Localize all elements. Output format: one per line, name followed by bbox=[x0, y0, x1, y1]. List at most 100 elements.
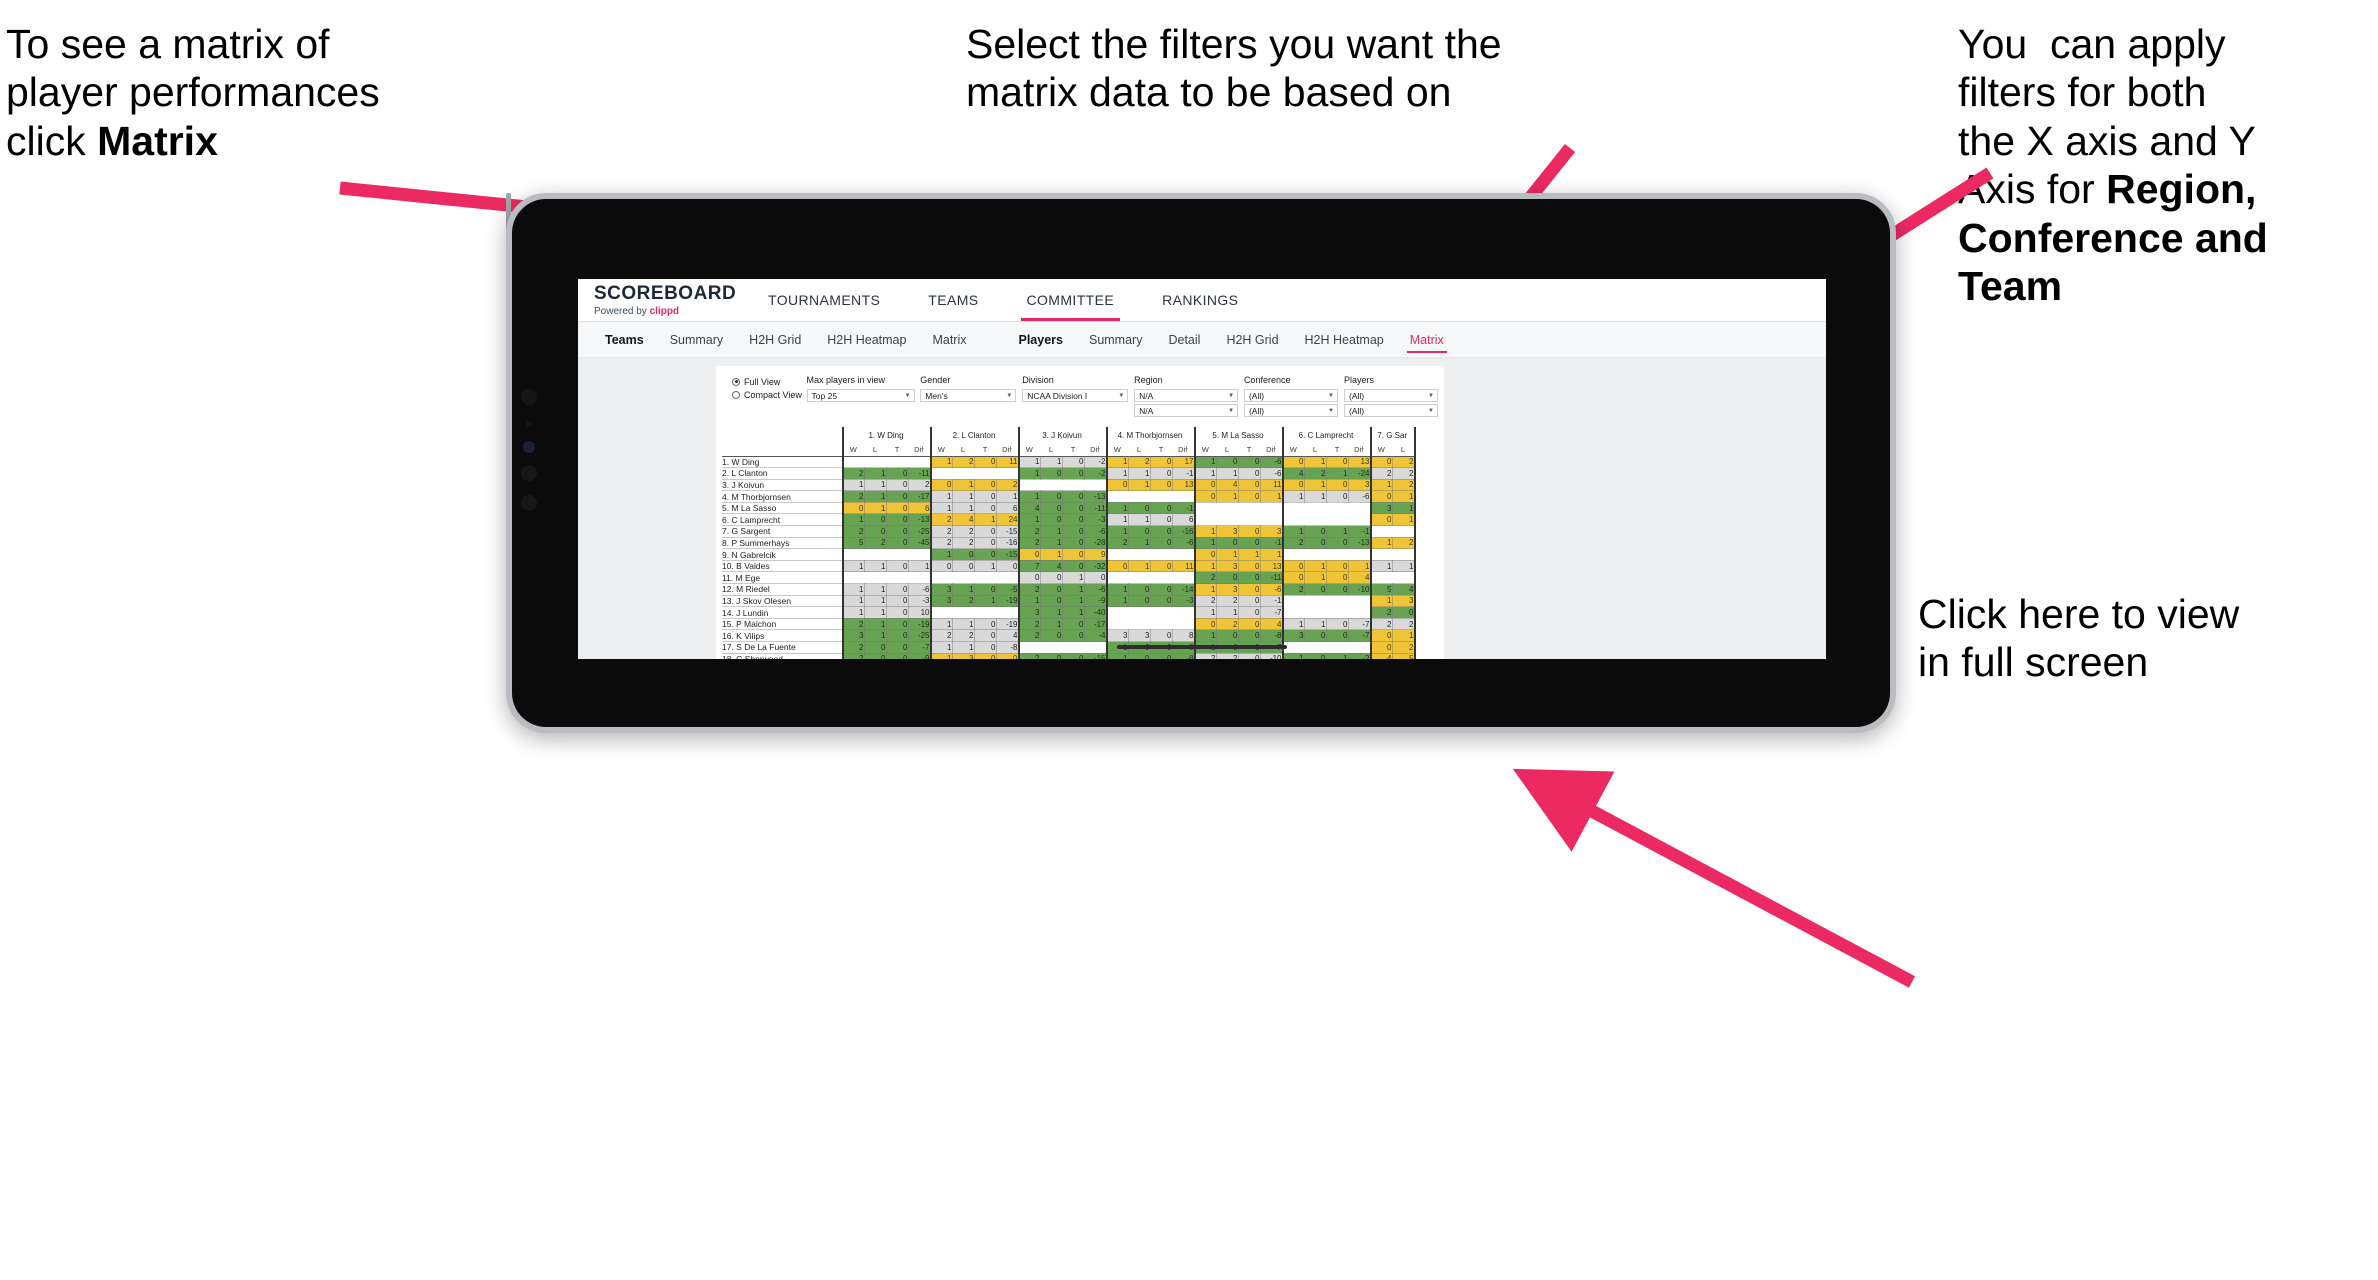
matrix-cell[interactable]: -28 bbox=[1083, 536, 1107, 550]
matrix-cell[interactable]: 11 bbox=[1171, 559, 1195, 573]
matrix-cell[interactable]: -19 bbox=[907, 617, 931, 631]
matrix-cell[interactable]: 1 bbox=[1193, 559, 1217, 573]
matrix-cell[interactable]: -19 bbox=[995, 617, 1019, 631]
matrix-cell-empty[interactable] bbox=[1040, 642, 1062, 654]
matrix-row-label[interactable]: 5. M La Sasso bbox=[722, 502, 842, 515]
matrix-cell-empty[interactable] bbox=[1304, 642, 1326, 654]
matrix-cell-empty[interactable] bbox=[1348, 502, 1370, 514]
matrix-cell[interactable]: 6 bbox=[1171, 513, 1195, 527]
matrix-cell[interactable]: 2 bbox=[951, 455, 975, 469]
matrix-cell[interactable]: 3 bbox=[929, 594, 953, 608]
matrix-cell[interactable]: 0 bbox=[1237, 652, 1261, 659]
matrix-cell[interactable]: -9 bbox=[1083, 594, 1107, 608]
matrix-cell[interactable]: 1 bbox=[841, 606, 865, 619]
matrix-cell[interactable]: 1 bbox=[1281, 652, 1305, 659]
matrix-cell[interactable]: 0 bbox=[885, 583, 909, 596]
matrix-cell[interactable]: 1 bbox=[1303, 559, 1327, 573]
matrix-cell[interactable]: 1 bbox=[841, 583, 865, 596]
nav-item-rankings[interactable]: RANKINGS bbox=[1138, 279, 1262, 321]
matrix-cell[interactable]: 1 bbox=[929, 617, 953, 631]
matrix-cell[interactable]: 0 bbox=[1149, 478, 1173, 492]
matrix-cell[interactable]: -6 bbox=[1083, 583, 1107, 596]
matrix-column-header[interactable]: 1. W Ding bbox=[841, 427, 930, 443]
matrix-row-label[interactable]: 15. P Maichon bbox=[722, 618, 842, 631]
matrix-cell[interactable]: -8 bbox=[1171, 652, 1195, 659]
matrix-cell[interactable]: 2 bbox=[1017, 536, 1041, 550]
matrix-cell[interactable]: 2 bbox=[841, 641, 865, 654]
matrix-cell[interactable]: 0 bbox=[995, 652, 1019, 659]
matrix-cell[interactable]: 0 bbox=[1325, 571, 1349, 585]
matrix-cell[interactable]: -8 bbox=[995, 641, 1019, 654]
matrix-cell[interactable]: -17 bbox=[907, 490, 931, 503]
matrix-cell-empty[interactable] bbox=[841, 455, 864, 468]
matrix-cell[interactable]: 0 bbox=[1149, 467, 1173, 480]
matrix-cell[interactable]: -3 bbox=[907, 594, 931, 608]
matrix-cell[interactable]: 1 bbox=[1061, 571, 1085, 585]
matrix-cell[interactable]: 0 bbox=[1149, 629, 1173, 642]
matrix-row-label[interactable]: 7. G Sargent bbox=[722, 525, 842, 538]
matrix-cell[interactable]: 2 bbox=[841, 490, 865, 503]
matrix-cell[interactable]: 2 bbox=[1017, 583, 1041, 596]
matrix-cell[interactable]: 3 bbox=[1215, 559, 1239, 573]
matrix-cell-empty[interactable] bbox=[1260, 514, 1282, 526]
matrix-cell[interactable]: -7 bbox=[1347, 629, 1371, 642]
matrix-cell[interactable]: 1 bbox=[929, 455, 953, 469]
matrix-cell-empty[interactable] bbox=[1281, 513, 1304, 526]
matrix-cell[interactable]: 0 bbox=[885, 559, 909, 573]
matrix-cell[interactable]: 1 bbox=[1105, 652, 1129, 659]
matrix-cell[interactable]: 0 bbox=[1149, 594, 1173, 608]
matrix-cell[interactable]: -6 bbox=[1083, 525, 1107, 538]
matrix-cell[interactable]: 1 bbox=[841, 513, 865, 527]
matrix-cell[interactable]: 0 bbox=[1237, 525, 1261, 538]
matrix-cell[interactable]: -3 bbox=[1083, 513, 1107, 527]
matrix-cell[interactable]: 0 bbox=[973, 583, 997, 596]
matrix-cell[interactable]: 0 bbox=[1303, 652, 1327, 659]
matrix-cell[interactable]: 1 bbox=[863, 594, 887, 608]
matrix-cell[interactable]: -15 bbox=[1083, 652, 1107, 659]
matrix-cell[interactable]: 1 bbox=[1039, 536, 1063, 550]
matrix-cell[interactable]: 3 bbox=[1391, 594, 1415, 608]
matrix-cell[interactable]: -13 bbox=[907, 513, 931, 527]
matrix-cell[interactable]: 1 bbox=[1369, 478, 1393, 492]
matrix-cell[interactable]: 0 bbox=[1149, 583, 1173, 596]
matrix-cell-empty[interactable] bbox=[908, 455, 930, 468]
matrix-cell[interactable]: 1 bbox=[1039, 606, 1063, 619]
matrix-cell[interactable]: 2 bbox=[929, 629, 953, 642]
matrix-cell[interactable]: 0 bbox=[1105, 478, 1129, 492]
matrix-cell[interactable]: 10 bbox=[907, 606, 931, 619]
filter-conference-x-select[interactable]: (All) ▼ bbox=[1243, 389, 1338, 402]
matrix-cell-empty[interactable] bbox=[1017, 479, 1040, 491]
subnav-teams-matrix[interactable]: Matrix bbox=[919, 322, 979, 357]
matrix-cell[interactable]: 1 bbox=[1061, 583, 1085, 596]
matrix-cell[interactable]: 0 bbox=[1281, 455, 1305, 469]
matrix-cell[interactable]: 0 bbox=[1325, 536, 1349, 550]
matrix-cell[interactable]: 0 bbox=[1039, 513, 1063, 527]
matrix-cell-empty[interactable] bbox=[1105, 618, 1128, 630]
matrix-row-label[interactable]: 1. W Ding bbox=[722, 455, 842, 469]
matrix-cell[interactable]: 1 bbox=[1215, 548, 1239, 561]
matrix-cell[interactable]: 0 bbox=[1237, 594, 1261, 608]
matrix-cell[interactable]: 0 bbox=[1149, 652, 1173, 659]
matrix-cell[interactable]: 4 bbox=[1391, 583, 1415, 596]
subnav-players-h2h-grid[interactable]: H2H Grid bbox=[1213, 322, 1291, 357]
filter-conference-y-select[interactable]: (All) ▼ bbox=[1243, 404, 1338, 417]
matrix-cell[interactable]: 2 bbox=[841, 525, 865, 538]
matrix-cell[interactable]: 0 bbox=[1061, 525, 1085, 538]
matrix-cell[interactable]: 0 bbox=[841, 501, 865, 515]
matrix-cell[interactable]: -9 bbox=[907, 652, 931, 659]
matrix-cell[interactable]: 0 bbox=[1193, 548, 1217, 561]
matrix-cell[interactable]: 0 bbox=[885, 536, 909, 550]
matrix-cell-empty[interactable] bbox=[864, 455, 886, 468]
matrix-cell[interactable]: 0 bbox=[1215, 536, 1239, 550]
matrix-cell-empty[interactable] bbox=[1304, 502, 1326, 514]
matrix-cell-empty[interactable] bbox=[952, 572, 974, 584]
nav-item-teams[interactable]: TEAMS bbox=[904, 279, 1002, 321]
matrix-cell[interactable]: 0 bbox=[973, 617, 997, 631]
matrix-cell[interactable]: 2 bbox=[1017, 525, 1041, 538]
matrix-cell[interactable]: 2 bbox=[1391, 641, 1415, 654]
matrix-cell-empty[interactable] bbox=[1150, 607, 1172, 619]
matrix-cell[interactable]: 0 bbox=[1149, 559, 1173, 573]
matrix-cell[interactable]: 1 bbox=[1303, 490, 1327, 503]
matrix-cell[interactable]: 2 bbox=[1017, 629, 1041, 642]
filter-max-players-select[interactable]: Top 25 ▼ bbox=[806, 389, 915, 402]
